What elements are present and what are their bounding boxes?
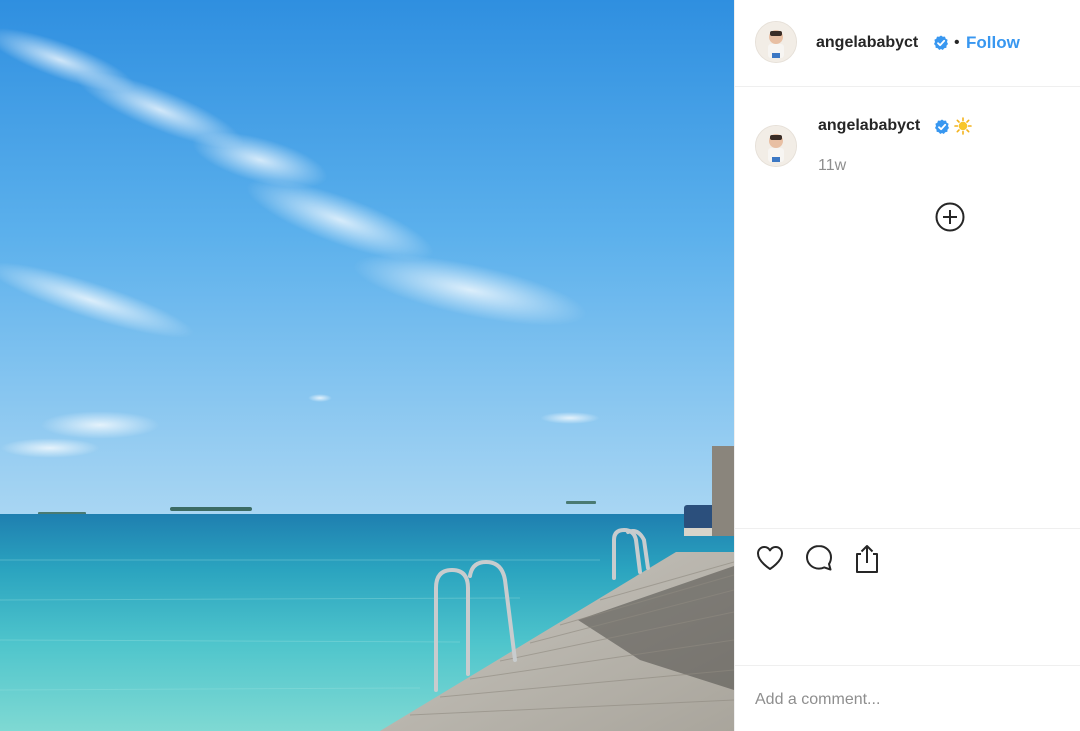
follow-button[interactable]: Follow [966,33,1020,53]
comment-input[interactable] [755,688,1055,712]
post-actions [735,528,1080,588]
separator-dot: • [954,34,960,51]
share-icon[interactable] [852,543,882,575]
author-username[interactable]: angelababyct [816,34,918,52]
post-side-panel: angelababyct • Follow angelababyct 11w A… [734,0,1080,731]
heart-icon[interactable] [755,543,785,573]
beach-dock-image [0,0,734,731]
post-time[interactable]: 11w [818,157,846,175]
avatar-icon[interactable] [755,21,797,63]
comment-bar [735,665,1080,731]
caption-username[interactable]: angelababyct [818,117,920,135]
sun-emoji-icon [954,117,972,135]
caption-avatar-icon[interactable] [755,125,797,167]
post-photo[interactable] [0,0,734,731]
comment-icon[interactable] [804,543,834,573]
verified-badge-icon [934,35,948,50]
caption-verified-badge-icon [935,119,949,134]
load-more-plus-icon[interactable] [935,202,965,232]
post-header: angelababyct • Follow [735,0,1080,87]
